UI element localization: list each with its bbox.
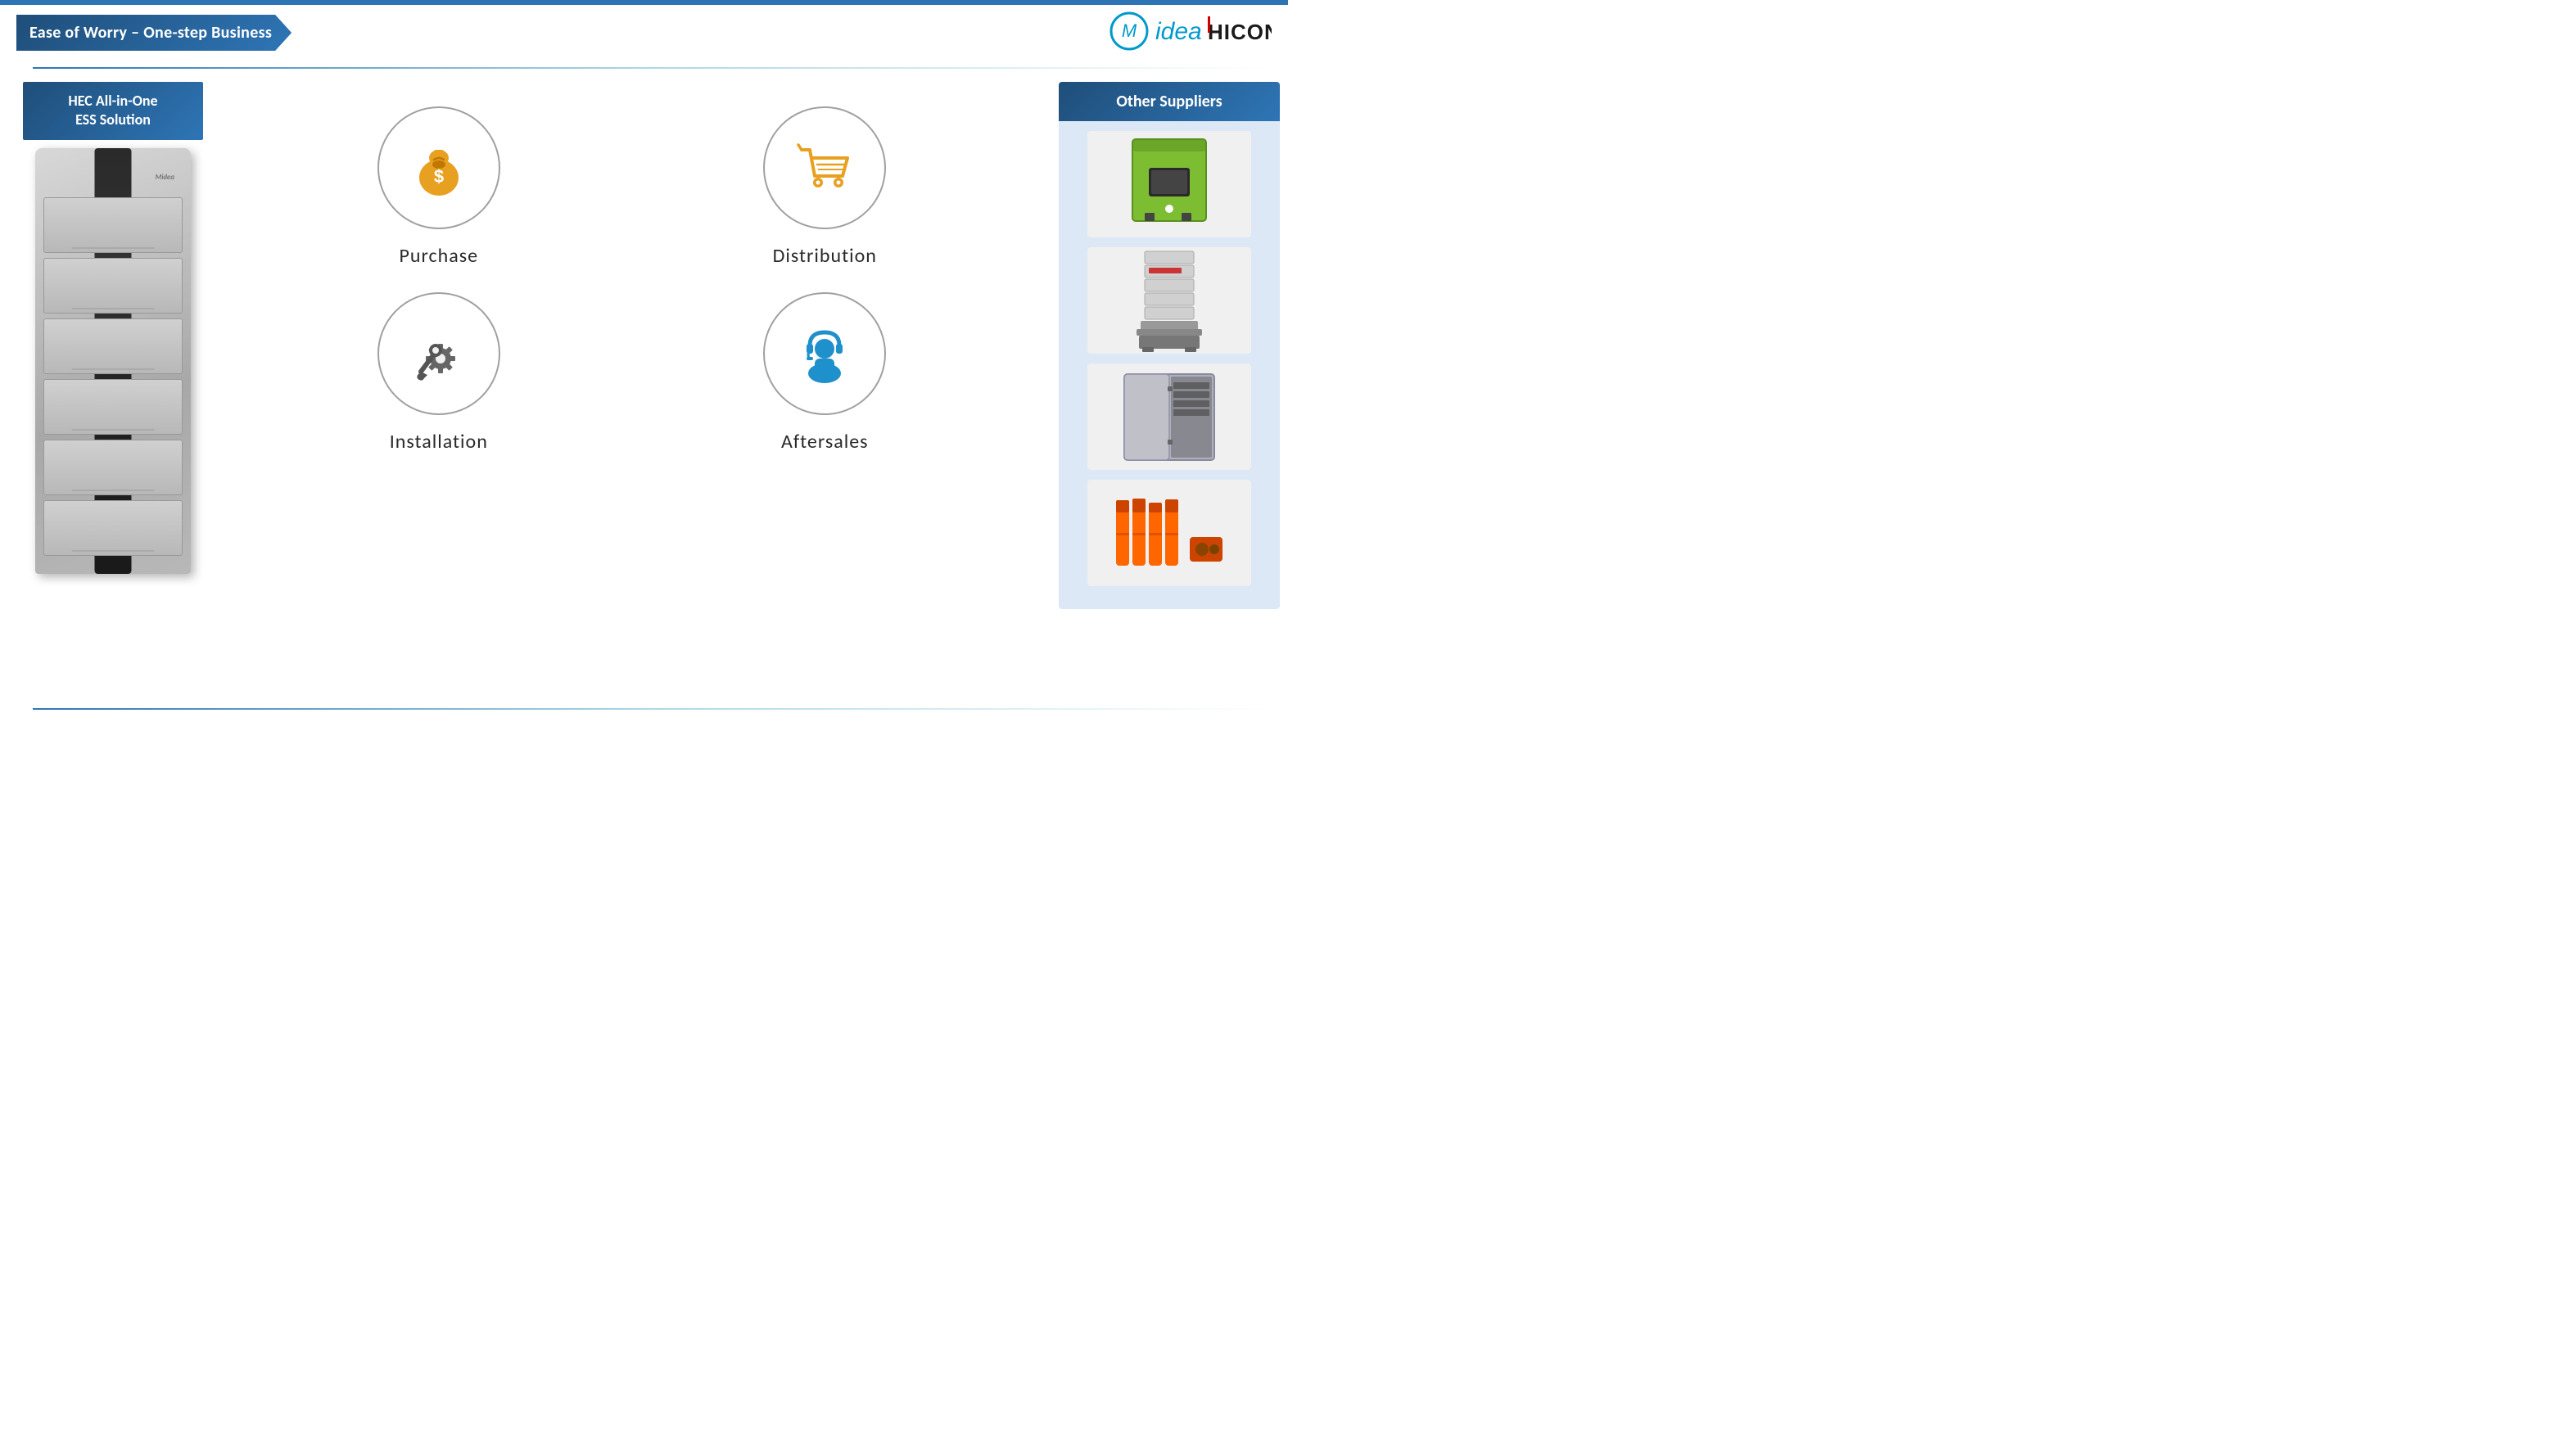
cables-svg <box>1108 492 1231 574</box>
svg-text:HICONICS: HICONICS <box>1208 20 1272 44</box>
supplier-product-1 <box>1087 131 1251 237</box>
separator-line-top <box>33 67 1272 69</box>
supplier-product-3 <box>1087 363 1251 470</box>
ess-module-4 <box>43 379 183 435</box>
svg-text:M: M <box>1122 20 1137 41</box>
aftersales-circle <box>763 292 886 415</box>
center-grid: $ Purchase Distribution <box>237 90 1026 470</box>
hec-label: HEC All-in-One ESS Solution <box>23 82 203 140</box>
distribution-circle <box>763 106 886 229</box>
page-title: Ease of Worry – One-step Business <box>29 23 272 43</box>
distribution-icon <box>792 135 857 201</box>
device-brand-label: Midea <box>156 173 174 182</box>
midea-logo-svg: M idea HICONICS <box>1108 10 1272 52</box>
device-modules <box>43 197 183 561</box>
battery-stack-svg <box>1124 247 1214 354</box>
svg-text:idea: idea <box>1155 18 1202 45</box>
left-panel: HEC All-in-One ESS Solution Midea <box>23 82 203 574</box>
service-item-distribution: Distribution <box>657 106 994 268</box>
installation-circle <box>377 292 500 415</box>
purchase-circle: $ <box>377 106 500 229</box>
purchase-icon: $ <box>406 135 472 201</box>
right-panel: Other Suppliers <box>1059 82 1280 609</box>
installation-icon <box>406 321 472 386</box>
service-item-installation: Installation <box>270 292 608 454</box>
svg-text:$: $ <box>434 166 444 187</box>
title-banner: Ease of Worry – One-step Business <box>16 15 291 51</box>
purchase-label: Purchase <box>399 244 478 268</box>
supplier-product-2 <box>1087 247 1251 354</box>
other-suppliers-header: Other Suppliers <box>1059 82 1280 121</box>
aftersales-label: Aftersales <box>781 430 869 454</box>
ess-module-3 <box>43 318 183 374</box>
ess-module-1 <box>43 197 183 253</box>
installation-label: Installation <box>390 430 488 454</box>
header-bar <box>0 0 1288 5</box>
supplier-product-4 <box>1087 480 1251 586</box>
distribution-label: Distribution <box>773 244 877 268</box>
ess-module-5 <box>43 440 183 495</box>
logo-area: M idea HICONICS <box>1108 10 1272 52</box>
service-item-purchase: $ Purchase <box>270 106 608 268</box>
elec-box-svg <box>1120 370 1218 464</box>
ess-module-2 <box>43 258 183 314</box>
aftersales-icon <box>792 321 857 386</box>
logo-midea-container: M idea HICONICS <box>1108 10 1272 52</box>
ess-module-6 <box>43 500 183 556</box>
separator-line-bottom <box>33 708 1272 710</box>
inverter-svg <box>1124 135 1214 233</box>
ess-device: Midea <box>35 148 191 574</box>
service-item-aftersales: Aftersales <box>657 292 994 454</box>
